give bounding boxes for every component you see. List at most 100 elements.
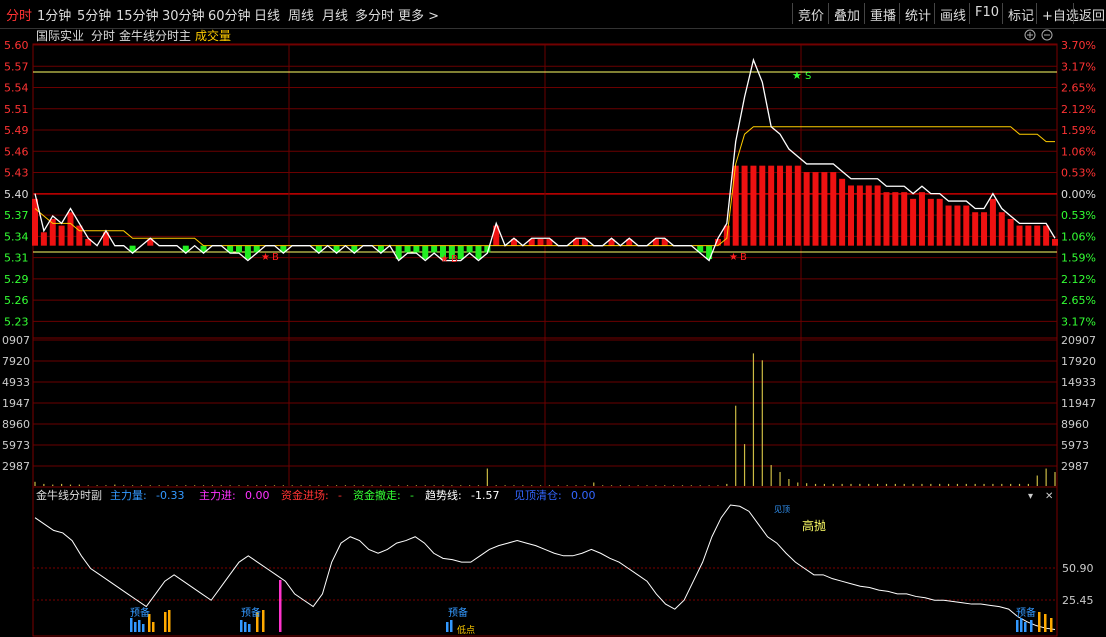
svg-text:★: ★ (792, 69, 802, 82)
tab-daily[interactable]: 日线 (254, 5, 280, 24)
volume-tick-left: 1947 (2, 397, 30, 410)
volume-tick-left: 2987 (2, 460, 30, 473)
main-grid (33, 44, 1057, 486)
legend-value: -0.33 (156, 489, 184, 502)
legend-value: -1.57 (471, 489, 499, 502)
price-axis: 5.60 5.57 5.54 5.51 5.49 5.46 5.43 5.40 5.37 5.34… (4, 39, 29, 328)
flow-bar (874, 185, 881, 246)
zoom-out-icon[interactable] (1041, 29, 1053, 41)
signal-bar (164, 612, 167, 632)
volume-tick-left: 8960 (2, 418, 30, 431)
flow-bar (1016, 225, 1023, 246)
flow-bar (794, 165, 801, 246)
price-tick: 5.31 (4, 252, 29, 265)
svg-text:B: B (451, 254, 458, 265)
signal-bar (1050, 618, 1053, 632)
signal-bar (1016, 620, 1019, 632)
signal-bar (240, 620, 243, 632)
flow-bar (1043, 225, 1050, 246)
flow-bar (1025, 225, 1032, 246)
mark-button[interactable]: 标记 (1002, 3, 1039, 24)
tab-15min[interactable]: 15分钟 (116, 5, 159, 24)
price-tick: 5.29 (4, 273, 29, 286)
flow-bar (998, 212, 1005, 246)
flow-bar (927, 198, 934, 246)
sub-axis-tick: 50.90 (1062, 562, 1094, 575)
tab-weekly[interactable]: 周线 (288, 5, 314, 24)
percent-tick: 3.17% (1061, 60, 1096, 73)
flow-bar (918, 192, 925, 246)
close-icon[interactable]: ✕ (1045, 491, 1053, 502)
volume-tick-right: 11947 (1061, 397, 1096, 410)
statistics-button[interactable]: 统计 (899, 3, 936, 24)
flow-bar (768, 165, 775, 246)
percent-tick: 1.06% (1061, 145, 1096, 158)
signal-bar (279, 580, 282, 632)
svg-text:★: ★ (261, 252, 270, 263)
tab-multi-fenshi[interactable]: 多分时 (355, 5, 394, 24)
flow-bar (244, 245, 251, 260)
flow-bar (936, 198, 943, 246)
flow-bar (431, 245, 438, 253)
auction-button[interactable]: 竞价 (792, 3, 829, 24)
f10-button[interactable]: F10 (969, 3, 1004, 24)
percent-tick: 1.06% (1061, 230, 1096, 243)
signal-bar (446, 622, 449, 632)
zoom-in-icon[interactable] (1024, 29, 1036, 41)
tab-30min[interactable]: 30分钟 (162, 5, 205, 24)
flow-bar (236, 245, 242, 253)
indicator-name[interactable]: 金牛线分时主 (119, 28, 191, 43)
flow-bar (963, 205, 970, 246)
back-button[interactable]: 返回 (1073, 3, 1106, 24)
flow-bar (892, 192, 899, 246)
flow-bar (1007, 218, 1014, 246)
price-tick: 5.60 (4, 39, 29, 52)
volume-axis-right: 20907 17920 14933 11947 8960 5973 2987 (1061, 334, 1096, 473)
flow-bar (67, 212, 74, 246)
overlay-button[interactable]: 叠加 (828, 3, 865, 24)
tab-more[interactable]: 更多 > (398, 5, 439, 24)
replay-button[interactable]: 重播 (864, 3, 901, 24)
dropdown-icon[interactable]: ▾ (1028, 491, 1033, 502)
prepare-annotation: 预备 (1016, 606, 1036, 619)
flow-bar (40, 232, 47, 246)
sub-panel-title[interactable]: 金牛线分时副 (36, 488, 102, 502)
volume-tick-right: 8960 (1061, 418, 1089, 431)
sub-signal-bars (130, 580, 1053, 632)
flow-bar (910, 198, 917, 246)
price-tick: 5.26 (4, 294, 29, 307)
prepare-annotation: 预备 (130, 606, 150, 619)
volume-axis-left: 0907 7920 4933 1947 8960 5973 2987 (2, 334, 30, 473)
chart-area[interactable]: 国际实业 分时 金牛线分时主 成交量 5.605.575.545.515.495… (0, 28, 1106, 637)
tab-fenshi[interactable]: 分时 (6, 5, 32, 24)
legend-value: 0.00 (571, 489, 596, 502)
flow-bar (821, 172, 828, 246)
signal-bar (168, 610, 171, 632)
legend-label: 主力进: (199, 489, 236, 502)
tab-monthly[interactable]: 月线 (322, 5, 348, 24)
flow-bar (475, 245, 482, 260)
legend-label: 见顶清仓: (514, 488, 562, 502)
tab-5min[interactable]: 5分钟 (77, 5, 111, 24)
flow-bar (404, 245, 411, 253)
signal-bar (142, 624, 145, 632)
tab-1min[interactable]: 1分钟 (37, 5, 71, 24)
flow-bar (741, 165, 748, 246)
sub-panel-legend: 主力量: -0.33 主力进: 0.00 资金进场: - 资金撤走: - 趋势线: -1.57 见顶… (110, 488, 596, 502)
stock-name: 国际实业 (36, 28, 84, 43)
prepare-annotation: 预备 (448, 606, 468, 619)
sell-marker: ★ S (792, 69, 811, 82)
percent-tick: 0.00% (1061, 188, 1096, 201)
sub-axis-tick: 25.45 (1062, 594, 1094, 607)
percent-tick: 1.59% (1061, 252, 1096, 265)
legend-value: - (410, 489, 414, 502)
price-tick: 5.46 (4, 145, 29, 158)
price-tick: 5.51 (4, 103, 29, 116)
tab-60min[interactable]: 60分钟 (208, 5, 251, 24)
draw-line-button[interactable]: 画线 (934, 3, 971, 24)
signal-bar (130, 618, 133, 632)
volume-tick-left: 5973 (2, 439, 30, 452)
legend-value: - (338, 489, 342, 502)
signal-bar (138, 620, 141, 632)
flow-bar (537, 238, 544, 246)
